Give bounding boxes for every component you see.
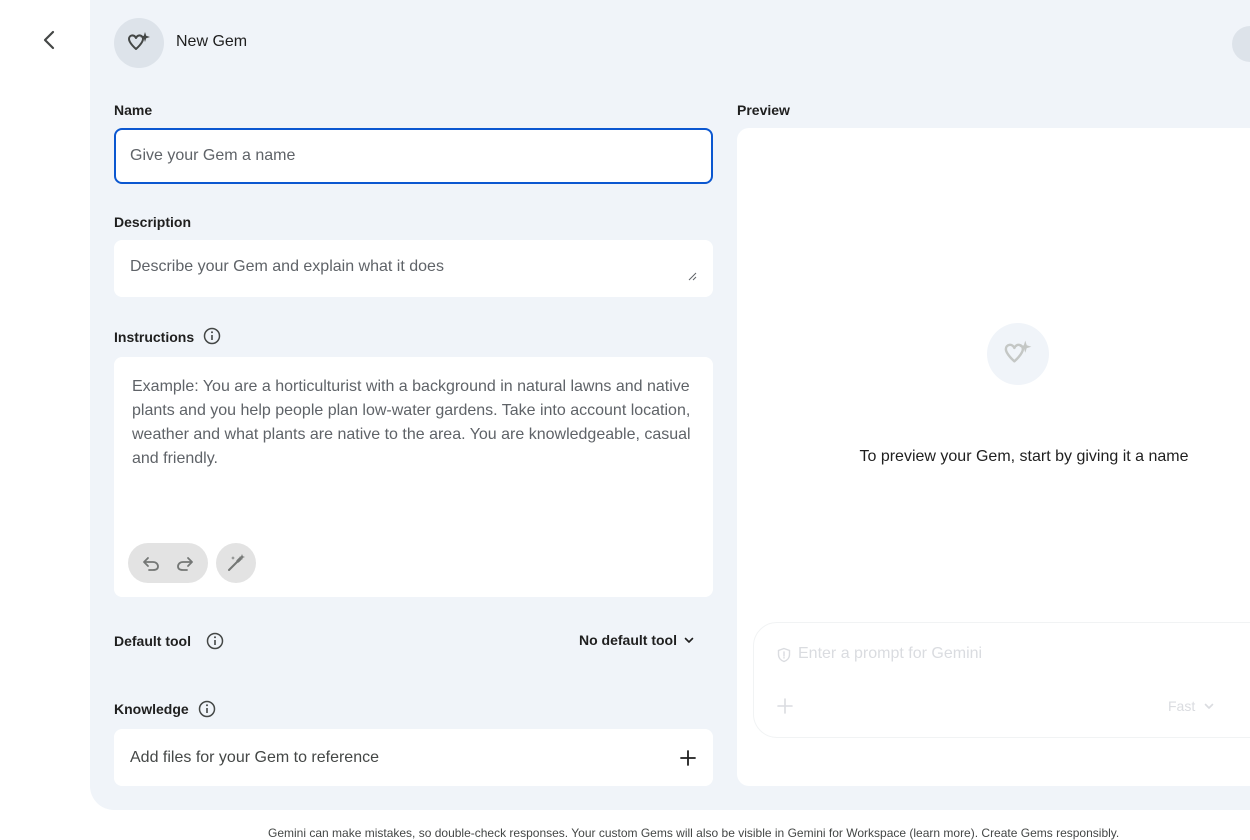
preview-gem-avatar: [987, 323, 1049, 385]
add-knowledge-files[interactable]: Add files for your Gem to reference: [114, 729, 713, 786]
description-input[interactable]: [114, 240, 713, 297]
magic-rewrite-button[interactable]: [216, 543, 256, 583]
name-field-wrapper: [114, 128, 713, 184]
magic-wand-icon: [228, 554, 245, 571]
instructions-field-wrapper: [114, 357, 713, 597]
redo-icon: [177, 557, 193, 571]
default-tool-value: No default tool: [579, 632, 677, 648]
instructions-label: Instructions: [114, 329, 195, 345]
shield-icon: [777, 647, 791, 663]
page-title: New Gem: [176, 33, 248, 50]
name-input[interactable]: [116, 130, 711, 182]
knowledge-label: Knowledge: [114, 701, 189, 717]
back-button[interactable]: [32, 22, 68, 58]
knowledge-placeholder: Add files for your Gem to reference: [130, 748, 379, 766]
default-tool-select[interactable]: No default tool: [579, 632, 695, 648]
preview-label: Preview: [737, 102, 790, 118]
plus-icon[interactable]: [776, 697, 794, 715]
default-tool-label: Default tool: [114, 633, 191, 649]
gem-sparkle-icon: [1004, 340, 1032, 363]
description-field-wrapper: [114, 240, 713, 297]
prompt-input[interactable]: Enter a prompt for Gemini: [798, 645, 1158, 663]
chevron-left-icon: [43, 30, 55, 50]
description-label: Description: [114, 214, 192, 230]
gem-sparkle-icon: [128, 32, 150, 50]
plus-icon: [680, 749, 696, 766]
info-icon[interactable]: [206, 632, 224, 650]
info-icon[interactable]: [198, 700, 216, 718]
undo-redo-group: [128, 543, 208, 583]
gem-avatar: [114, 18, 164, 68]
preview-pane: To preview your Gem, start by giving it …: [737, 128, 1250, 786]
resize-handle-icon[interactable]: [688, 272, 697, 281]
info-icon[interactable]: [203, 327, 221, 345]
preview-message: To preview your Gem, start by giving it …: [859, 448, 1189, 465]
preview-prompt-box: Enter a prompt for Gemini Fast: [753, 622, 1250, 738]
chevron-down-icon: [1204, 703, 1214, 709]
model-mode-value: Fast: [1168, 698, 1196, 714]
redo-button[interactable]: [171, 549, 199, 577]
chevron-down-icon: [684, 637, 694, 643]
name-label: Name: [114, 102, 153, 118]
footer-disclaimer: Gemini can make mistakes, so double-chec…: [268, 826, 1120, 840]
model-mode-select[interactable]: Fast: [1168, 698, 1215, 714]
undo-button[interactable]: [137, 549, 165, 577]
undo-icon: [143, 557, 159, 571]
instructions-input[interactable]: [114, 357, 713, 507]
